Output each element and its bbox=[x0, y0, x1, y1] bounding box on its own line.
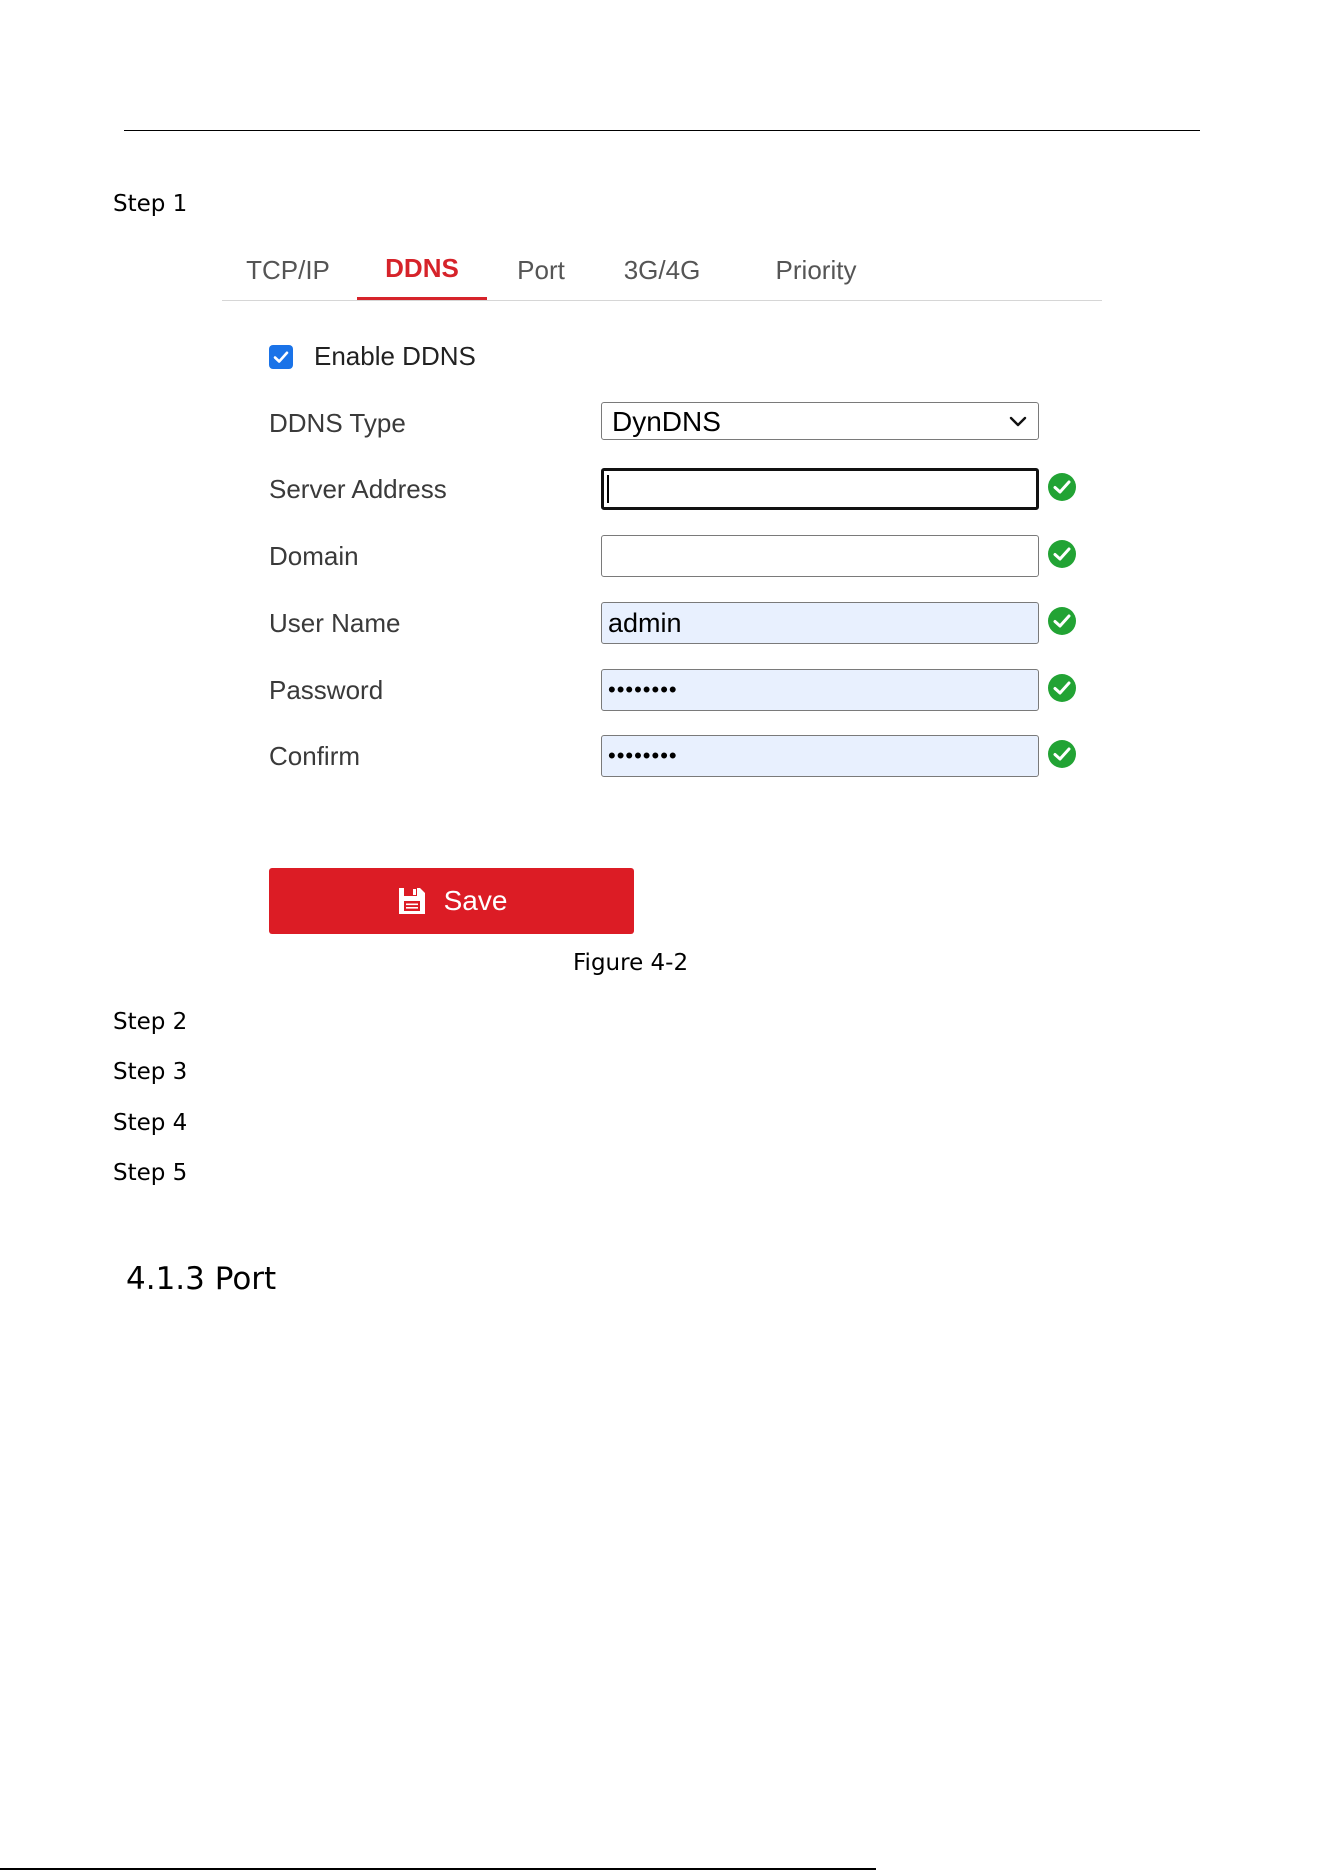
ddns-type-label: DDNS Type bbox=[269, 408, 406, 438]
password-input[interactable] bbox=[601, 669, 1039, 711]
checkmark-icon bbox=[273, 351, 289, 363]
domain-input[interactable] bbox=[601, 535, 1039, 577]
user-name-input[interactable] bbox=[601, 602, 1039, 644]
save-button-label: Save bbox=[443, 885, 508, 916]
confirm-label: Confirm bbox=[269, 741, 361, 771]
step-1-label: Step 1 bbox=[113, 191, 188, 217]
check-circle-icon bbox=[1048, 473, 1076, 501]
check-circle-icon bbox=[1048, 674, 1076, 702]
confirm-input[interactable] bbox=[601, 735, 1039, 777]
check-circle-icon bbox=[1048, 607, 1076, 635]
password-label: Password bbox=[269, 675, 384, 705]
step-5-label: Step 5 bbox=[113, 1160, 188, 1186]
domain-label: Domain bbox=[269, 541, 359, 571]
save-icon bbox=[398, 888, 425, 914]
ddns-type-value: DynDNS bbox=[612, 406, 721, 437]
section-heading: 4.1.3 Port bbox=[126, 1261, 277, 1297]
tab-ddns[interactable]: DDNS bbox=[357, 248, 487, 300]
chevron-down-icon bbox=[1009, 416, 1027, 427]
save-button[interactable]: Save bbox=[269, 868, 634, 934]
enable-ddns-label: Enable DDNS bbox=[314, 341, 476, 371]
tab-tcpip[interactable]: TCP/IP bbox=[238, 248, 338, 299]
tab-priority[interactable]: Priority bbox=[758, 248, 874, 299]
server-address-input[interactable] bbox=[601, 468, 1039, 510]
tab-port[interactable]: Port bbox=[506, 248, 576, 299]
enable-ddns-checkbox[interactable] bbox=[269, 345, 293, 369]
step-2-label: Step 2 bbox=[113, 1009, 188, 1035]
check-circle-icon bbox=[1048, 540, 1076, 568]
text-cursor bbox=[607, 475, 609, 503]
step-3-label: Step 3 bbox=[113, 1059, 188, 1085]
ddns-type-select[interactable]: DynDNS bbox=[601, 402, 1039, 440]
tab-3g4g[interactable]: 3G/4G bbox=[612, 248, 712, 299]
footer-rule bbox=[0, 1868, 876, 1870]
tab-bar: TCP/IP DDNS Port 3G/4G Priority bbox=[222, 248, 1102, 301]
user-name-label: User Name bbox=[269, 608, 401, 638]
header-rule bbox=[124, 130, 1200, 131]
step-4-label: Step 4 bbox=[113, 1110, 188, 1136]
figure-caption: Figure 4-2 bbox=[573, 950, 689, 976]
server-address-label: Server Address bbox=[269, 474, 447, 504]
check-circle-icon bbox=[1048, 740, 1076, 768]
